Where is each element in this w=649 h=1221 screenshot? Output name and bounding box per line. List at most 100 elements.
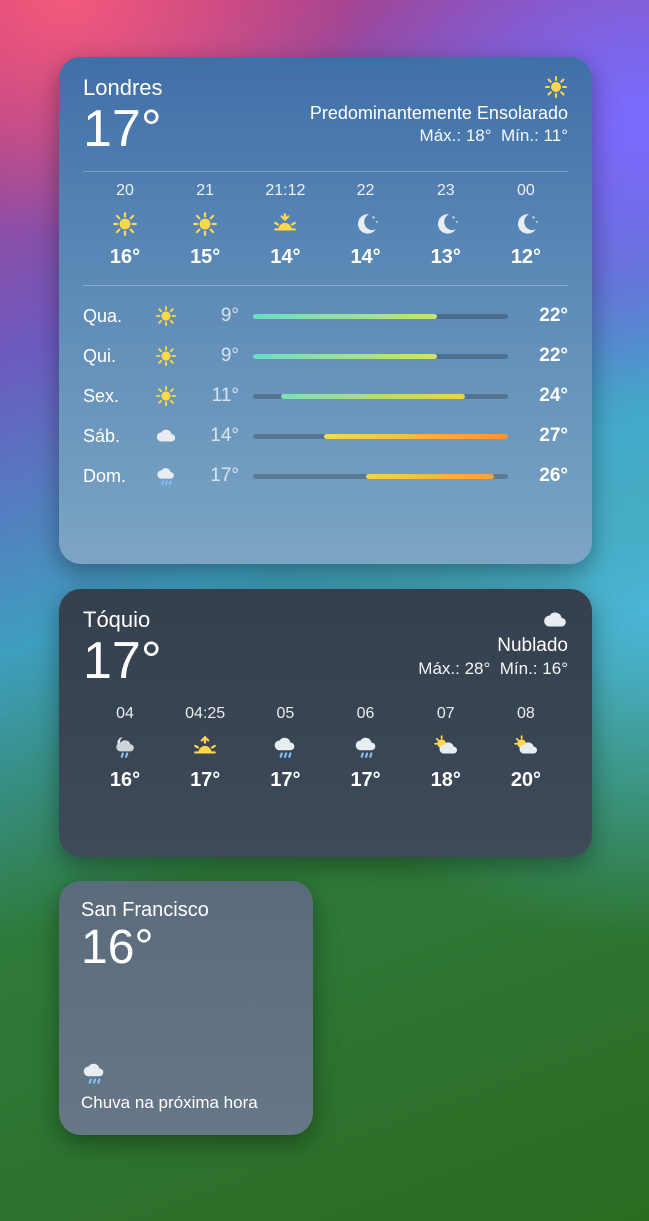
sun-icon xyxy=(112,208,138,240)
day-row: Dom. 17° 26° xyxy=(83,456,568,496)
day-high: 22° xyxy=(522,305,568,327)
current-temp: 16° xyxy=(81,924,291,972)
weather-widget-sf[interactable]: San Francisco 16° Chuva na próxima hora xyxy=(59,881,313,1135)
hour-temp: 18° xyxy=(431,769,461,792)
sun-icon xyxy=(192,208,218,240)
hour-time: 04:25 xyxy=(185,705,225,723)
cloud-icon xyxy=(418,607,568,633)
hour-temp: 14° xyxy=(350,246,380,269)
hour-time: 21 xyxy=(196,182,214,200)
hour-temp: 16° xyxy=(110,769,140,792)
day-high: 22° xyxy=(522,345,568,367)
day-name: Sex. xyxy=(83,386,143,407)
day-row: Sex. 11° 24° xyxy=(83,376,568,416)
day-name: Qui. xyxy=(83,346,143,367)
current-temp: 17° xyxy=(83,103,163,155)
hour-cell: 04:25 17° xyxy=(165,705,245,792)
sun-cloud-icon xyxy=(513,731,539,763)
sun-icon xyxy=(143,385,189,407)
sunrise-icon xyxy=(192,731,218,763)
hour-cell: 21:12 14° xyxy=(245,182,325,269)
weather-widget-tokyo[interactable]: Tóquio 17° Nublado Máx.: 28° Mín.: 16° 0… xyxy=(59,589,592,857)
hour-cell: 21 15° xyxy=(165,182,245,269)
hour-temp: 17° xyxy=(270,769,300,792)
day-row: Qua. 9° 22° xyxy=(83,296,568,336)
hour-time: 08 xyxy=(517,705,535,723)
cloud-rain-icon xyxy=(353,731,379,763)
temp-range-bar xyxy=(253,474,508,479)
hourly-forecast: 04 16° 04:25 17° 05 17° 06 17° 07 18° 08… xyxy=(83,705,568,792)
sunset-icon xyxy=(272,208,298,240)
divider xyxy=(83,171,568,172)
hour-time: 20 xyxy=(116,182,134,200)
sun-icon xyxy=(310,75,568,101)
location-block: Tóquio 17° xyxy=(83,607,162,687)
moon-cloud-rain-icon xyxy=(112,731,138,763)
temp-range-bar xyxy=(253,434,508,439)
location-name: Tóquio xyxy=(83,607,162,633)
location-name: San Francisco xyxy=(81,899,291,922)
hour-time: 07 xyxy=(437,705,455,723)
day-low: 9° xyxy=(189,345,239,367)
hour-cell: 06 17° xyxy=(326,705,406,792)
hour-cell: 20 16° xyxy=(85,182,165,269)
day-low: 17° xyxy=(189,465,239,487)
cloud-rain-icon xyxy=(81,1060,291,1086)
hour-temp: 12° xyxy=(511,246,541,269)
hour-time: 21:12 xyxy=(265,182,305,200)
weather-widget-london[interactable]: Londres 17° Predominantemente Ensolarado… xyxy=(59,57,592,564)
hourly-forecast: 20 16° 21 15° 21:12 14° 22 14° 23 13° 00… xyxy=(83,182,568,269)
hour-temp: 14° xyxy=(270,246,300,269)
moon-stars-icon xyxy=(353,208,379,240)
day-row: Sáb. 14° 27° xyxy=(83,416,568,456)
hour-temp: 16° xyxy=(110,246,140,269)
location-name: Londres xyxy=(83,75,163,101)
hour-temp: 13° xyxy=(431,246,461,269)
condition-block: Nublado Máx.: 28° Mín.: 16° xyxy=(418,607,568,679)
condition-text: Chuva na próxima hora xyxy=(81,1092,291,1113)
hour-time: 04 xyxy=(116,705,134,723)
condition-block: Predominantemente Ensolarado Máx.: 18° M… xyxy=(310,75,568,146)
day-name: Sáb. xyxy=(83,426,143,447)
hour-time: 06 xyxy=(357,705,375,723)
hour-cell: 05 17° xyxy=(245,705,325,792)
divider xyxy=(83,285,568,286)
hour-time: 23 xyxy=(437,182,455,200)
daily-forecast: Qua. 9° 22° Qui. 9° 22° Sex. 11° 24° Sáb… xyxy=(83,296,568,496)
hour-time: 00 xyxy=(517,182,535,200)
day-name: Dom. xyxy=(83,466,143,487)
temp-range-bar xyxy=(253,314,508,319)
hour-time: 05 xyxy=(276,705,294,723)
day-name: Qua. xyxy=(83,306,143,327)
cloud-rain-icon xyxy=(272,731,298,763)
day-low: 9° xyxy=(189,305,239,327)
hi-lo-text: Máx.: 18° Mín.: 11° xyxy=(310,126,568,146)
cloud-icon xyxy=(143,425,189,447)
moon-stars-icon xyxy=(433,208,459,240)
temp-range-bar xyxy=(253,394,508,399)
day-high: 27° xyxy=(522,425,568,447)
sun-cloud-icon xyxy=(433,731,459,763)
hour-temp: 17° xyxy=(350,769,380,792)
hour-cell: 08 20° xyxy=(486,705,566,792)
hour-cell: 22 14° xyxy=(326,182,406,269)
temp-range-bar xyxy=(253,354,508,359)
day-high: 26° xyxy=(522,465,568,487)
day-low: 11° xyxy=(189,385,239,407)
hi-lo-text: Máx.: 28° Mín.: 16° xyxy=(418,659,568,679)
day-high: 24° xyxy=(522,385,568,407)
current-temp: 17° xyxy=(83,635,162,687)
sun-icon xyxy=(143,305,189,327)
hour-temp: 15° xyxy=(190,246,220,269)
location-block: Londres 17° xyxy=(83,75,163,155)
sun-icon xyxy=(143,345,189,367)
hour-cell: 04 16° xyxy=(85,705,165,792)
hour-cell: 00 12° xyxy=(486,182,566,269)
day-low: 14° xyxy=(189,425,239,447)
cloud-rain-icon xyxy=(143,465,189,487)
hour-temp: 17° xyxy=(190,769,220,792)
hour-temp: 20° xyxy=(511,769,541,792)
condition-text: Nublado xyxy=(418,635,568,657)
day-row: Qui. 9° 22° xyxy=(83,336,568,376)
hour-cell: 23 13° xyxy=(406,182,486,269)
